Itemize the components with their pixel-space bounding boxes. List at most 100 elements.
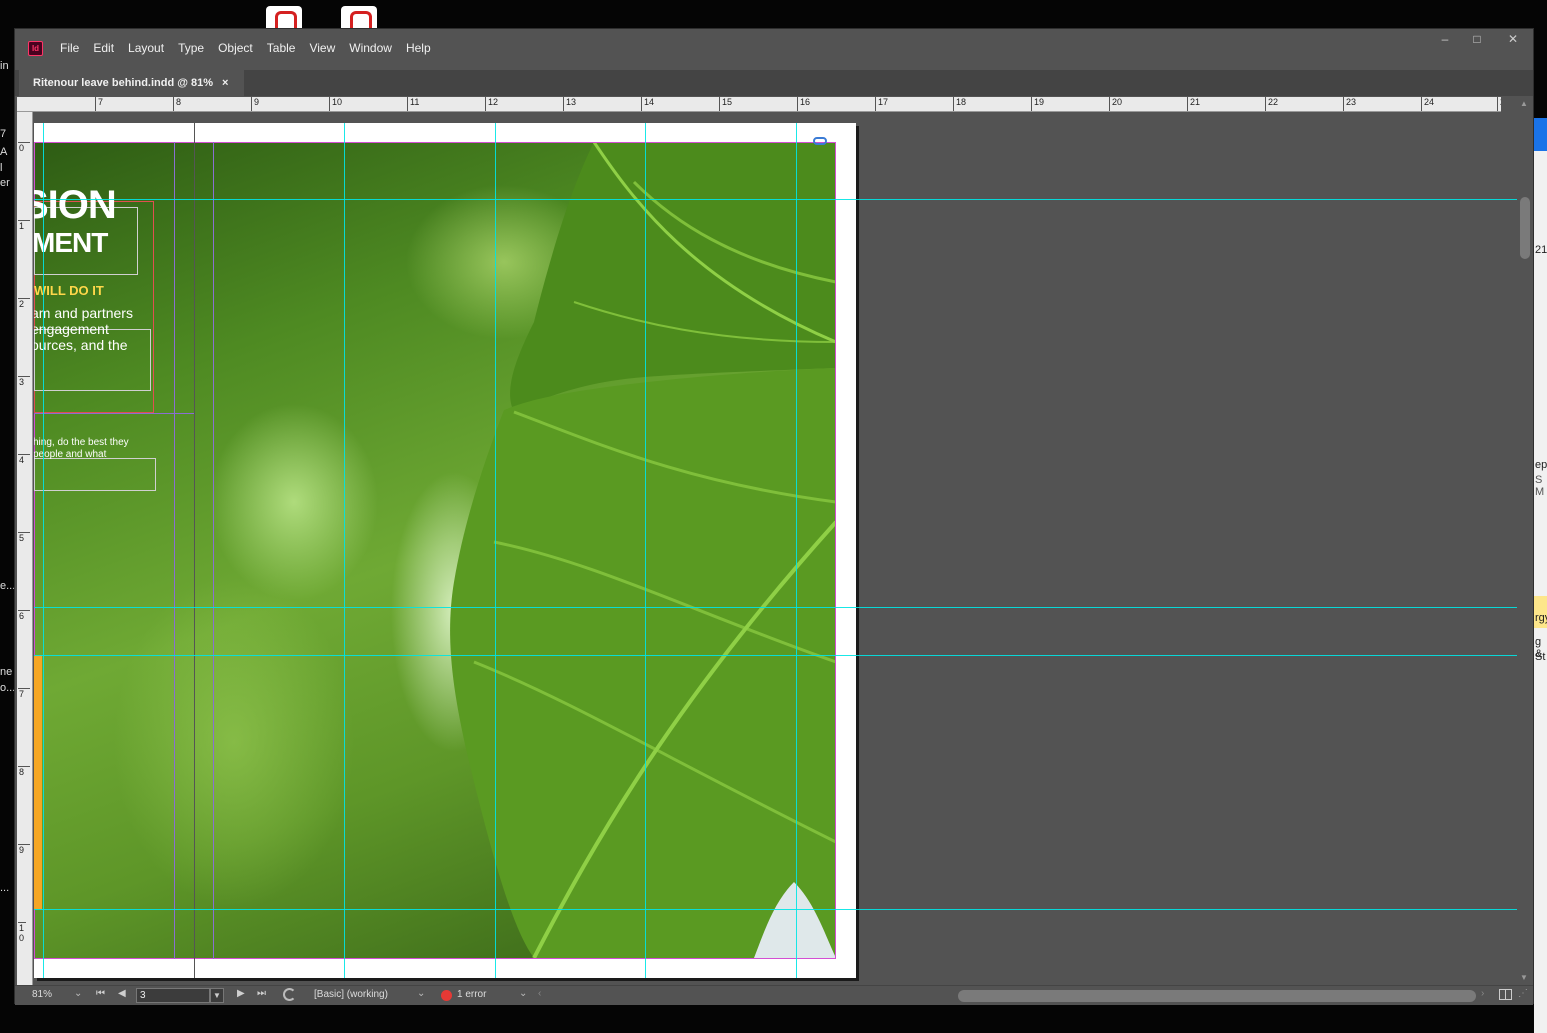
vertical-scrollbar[interactable]: ▲ ▼ xyxy=(1517,97,1533,985)
last-page-icon[interactable]: ⏭ xyxy=(257,988,266,999)
desktop: in 7 A l er e... ne o... ... 21 epo S M … xyxy=(0,0,1547,1033)
background-text: 21 xyxy=(1535,244,1547,256)
scroll-down-icon[interactable]: ▼ xyxy=(1520,973,1528,982)
page-number-field[interactable]: 3 xyxy=(136,988,210,1003)
previous-page-icon[interactable]: ◀ xyxy=(118,988,126,999)
document-tab-bar: Ritenour leave behind.indd @ 81% × xyxy=(15,70,1533,96)
scroll-right-icon[interactable]: › xyxy=(1481,988,1484,999)
background-text: ... xyxy=(0,882,10,894)
ruler-label: 10 xyxy=(329,97,342,111)
ruler-label: 8 xyxy=(18,766,30,777)
horizontal-ruler[interactable]: 7 8 9 10 11 12 13 14 15 16 17 18 19 20 2… xyxy=(17,97,1501,112)
ruler-label: 9 xyxy=(18,844,30,855)
chevron-down-icon[interactable]: ⌄ xyxy=(417,988,425,999)
menu-view[interactable]: View xyxy=(302,29,342,67)
menu-window[interactable]: Window xyxy=(342,29,399,67)
ruler-label: 13 xyxy=(563,97,576,111)
headline-text[interactable]: MENT xyxy=(34,227,108,259)
orange-accent-bar[interactable] xyxy=(34,655,42,909)
menu-type[interactable]: Type xyxy=(171,29,211,67)
menu-object[interactable]: Object xyxy=(211,29,260,67)
window-controls: – □ ✕ xyxy=(1429,29,1533,49)
close-tab-icon[interactable]: × xyxy=(222,77,228,89)
background-text: in xyxy=(0,60,9,72)
ruler-label: 7 xyxy=(18,688,30,699)
split-window-icon[interactable] xyxy=(1499,989,1512,1000)
ruler-label: 3 xyxy=(18,376,30,387)
menu-bar: Id File Edit Layout Type Object Table Vi… xyxy=(15,29,1533,67)
ruler-guide-vertical[interactable] xyxy=(645,123,646,978)
background-text: er xyxy=(0,177,10,189)
error-count[interactable]: 1 error xyxy=(457,989,486,1000)
menu-edit[interactable]: Edit xyxy=(86,29,121,67)
status-bar: 81% ⌄ ⏮ ◀ 3 ▼ ▶ ⏭ [Basic] (working) ⌄ 1 … xyxy=(15,985,1533,1005)
ruler-label: 7 xyxy=(95,97,103,111)
scroll-up-icon[interactable]: ▲ xyxy=(1520,99,1528,108)
first-page-icon[interactable]: ⏮ xyxy=(96,988,105,999)
background-accent xyxy=(1534,118,1547,151)
indesign-logo-icon[interactable]: Id xyxy=(28,40,43,56)
body-line: hing, do the best they xyxy=(34,437,129,448)
document-tab[interactable]: Ritenour leave behind.indd @ 81% × xyxy=(19,70,244,96)
text-frame[interactable] xyxy=(34,458,156,491)
ruler-guide-vertical[interactable] xyxy=(796,123,797,978)
indesign-window: Id File Edit Layout Type Object Table Vi… xyxy=(14,28,1534,1005)
background-text: epo xyxy=(1535,459,1547,471)
chevron-down-icon[interactable]: ▼ xyxy=(210,988,224,1003)
ruler-guide-horizontal[interactable] xyxy=(34,655,1517,656)
body-text[interactable]: am and partners engagement ources, and t… xyxy=(34,305,133,353)
menu-file[interactable]: File xyxy=(53,29,86,67)
ruler-guide-horizontal[interactable] xyxy=(34,199,1517,200)
horizontal-scrollbar-thumb[interactable] xyxy=(958,990,1476,1002)
ruler-guide-horizontal[interactable] xyxy=(34,607,1517,608)
body-text[interactable]: hing, do the best they people and what xyxy=(34,437,129,461)
ruler-label: 1 0 xyxy=(18,922,26,943)
background-text: e... xyxy=(0,580,16,592)
vertical-ruler[interactable]: 0 1 2 3 4 5 6 7 8 9 1 0 xyxy=(17,112,33,985)
subhead-text[interactable]: WILL DO IT xyxy=(34,283,104,298)
ruler-label: 16 xyxy=(797,97,810,111)
ruler-label: 22 xyxy=(1265,97,1278,111)
chevron-down-icon[interactable]: ⌄ xyxy=(74,988,82,999)
background-text: rgy xyxy=(1535,612,1547,624)
column-guide xyxy=(174,142,175,959)
background-window: 21 epo S M rgy g & St xyxy=(1534,118,1547,1033)
document-page[interactable]: SION MENT WILL DO IT am and partners eng… xyxy=(34,123,856,978)
close-window-button[interactable]: ✕ xyxy=(1493,29,1533,49)
menu-table[interactable]: Table xyxy=(260,29,303,67)
zoom-level[interactable]: 81% xyxy=(32,989,52,1000)
preflight-profile[interactable]: [Basic] (working) xyxy=(314,989,388,1000)
ruler-label: 9 xyxy=(251,97,259,111)
ruler-label: 18 xyxy=(953,97,966,111)
bleed-line xyxy=(194,123,195,978)
menu-help[interactable]: Help xyxy=(399,29,438,67)
ruler-guide-vertical[interactable] xyxy=(344,123,345,978)
ruler-guide-vertical[interactable] xyxy=(495,123,496,978)
error-status-icon[interactable] xyxy=(441,990,452,1001)
next-page-icon[interactable]: ▶ xyxy=(237,988,245,999)
background-text: 7 xyxy=(0,128,7,140)
column-guide xyxy=(213,142,214,959)
ruler-label: 8 xyxy=(173,97,181,111)
chevron-down-icon[interactable]: ⌄ xyxy=(519,988,527,999)
minimize-button[interactable]: – xyxy=(1429,29,1461,49)
pasteboard[interactable]: SION MENT WILL DO IT am and partners eng… xyxy=(34,113,1517,985)
link-icon[interactable] xyxy=(813,137,827,145)
menu-layout[interactable]: Layout xyxy=(121,29,171,67)
background-text: S M xyxy=(1535,474,1545,498)
scroll-left-icon[interactable]: ‹ xyxy=(538,988,541,999)
background-highlight: rgy xyxy=(1534,596,1547,628)
scrollbar-thumb[interactable] xyxy=(1520,197,1530,259)
preflight-icon[interactable] xyxy=(283,988,296,1001)
headline-text[interactable]: SION xyxy=(34,183,117,228)
ruler-label: 19 xyxy=(1031,97,1044,111)
background-text: St xyxy=(1535,651,1546,663)
resize-grip-icon[interactable]: ⋰ xyxy=(1518,988,1528,999)
ruler-label: 17 xyxy=(875,97,888,111)
ruler-label: 2 xyxy=(18,298,30,309)
document-tab-title: Ritenour leave behind.indd @ 81% xyxy=(33,77,214,89)
maximize-button[interactable]: □ xyxy=(1461,29,1493,49)
ruler-guide-vertical[interactable] xyxy=(43,123,44,978)
ruler-guide-horizontal[interactable] xyxy=(34,909,1517,910)
background-text: A xyxy=(0,146,8,158)
